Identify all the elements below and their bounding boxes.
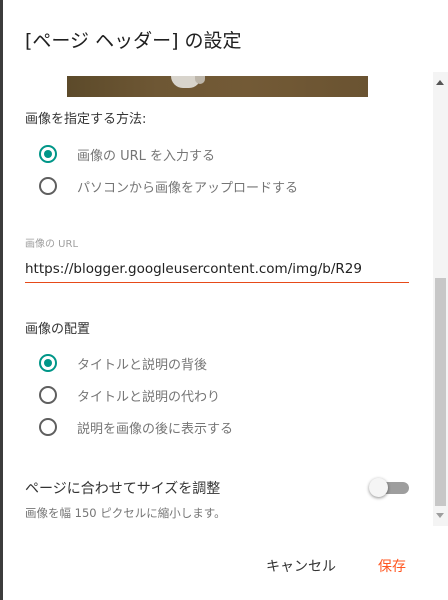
radio-behind-indicator[interactable] — [39, 354, 57, 372]
image-url-input[interactable] — [25, 256, 409, 283]
scrollbar[interactable] — [433, 72, 448, 526]
radio-upload-label: パソコンから画像をアップロードする — [77, 180, 299, 196]
toggle-knob[interactable] — [369, 478, 388, 497]
radio-option-behind[interactable]: タイトルと説明の背後 — [39, 352, 207, 374]
radio-instead-indicator[interactable] — [39, 386, 57, 404]
cancel-button[interactable]: キャンセル — [266, 556, 336, 576]
shrink-hint: 画像を幅 150 ピクセルに縮小します。 — [25, 506, 226, 520]
radio-behind-label: タイトルと説明の背後 — [77, 357, 208, 373]
radio-after-indicator[interactable] — [39, 418, 57, 436]
dialog-title: [ページ ヘッダー] の設定 — [25, 30, 242, 52]
header-settings-dialog: [ページ ヘッダー] の設定 画像を指定する方法: 画像の URL を入力する … — [3, 0, 448, 600]
image-method-label: 画像を指定する方法: — [25, 112, 147, 127]
radio-url-indicator[interactable] — [39, 145, 57, 163]
scrollbar-thumb[interactable] — [435, 278, 446, 506]
header-image-preview — [67, 76, 368, 97]
placement-label: 画像の配置 — [25, 322, 91, 337]
save-button[interactable]: 保存 — [378, 556, 406, 576]
dialog-scroll-area: 画像を指定する方法: 画像の URL を入力する パソコンから画像をアップロード… — [3, 70, 433, 526]
scroll-up-arrow-icon[interactable] — [436, 80, 444, 85]
shrink-to-fit-label: ページに合わせてサイズを調整 — [25, 481, 221, 497]
shrink-to-fit-toggle[interactable] — [369, 476, 411, 498]
image-url-label: 画像の URL — [25, 239, 79, 250]
radio-option-instead[interactable]: タイトルと説明の代わり — [39, 384, 220, 406]
radio-option-after[interactable]: 説明を画像の後に表示する — [39, 416, 233, 438]
radio-upload-indicator[interactable] — [39, 177, 57, 195]
radio-after-label: 説明を画像の後に表示する — [77, 421, 234, 437]
radio-url-label: 画像の URL を入力する — [77, 148, 216, 164]
radio-option-upload[interactable]: パソコンから画像をアップロードする — [39, 175, 298, 197]
radio-instead-label: タイトルと説明の代わり — [77, 389, 221, 405]
radio-option-url[interactable]: 画像の URL を入力する — [39, 143, 215, 165]
scroll-down-arrow-icon[interactable] — [436, 513, 444, 518]
